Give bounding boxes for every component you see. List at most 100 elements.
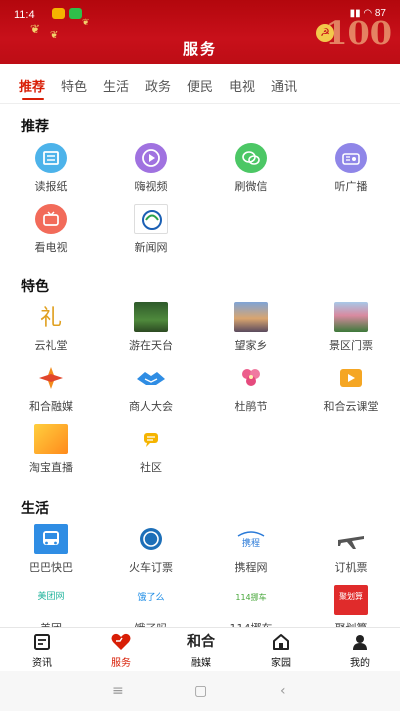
grid-item-hometown[interactable]: 望家乡	[206, 302, 296, 353]
grid-item-video[interactable]: 嗨视频	[106, 143, 196, 194]
newspaper-icon	[35, 143, 67, 173]
anniversary-number: 100	[325, 14, 392, 52]
grid-item-auditorium[interactable]: 礼 云礼堂	[6, 302, 96, 353]
svg-text:礼: 礼	[40, 306, 62, 331]
grid-item-label: 嗨视频	[134, 180, 168, 193]
grid-item-label: 云礼堂	[34, 339, 68, 352]
section-title-recommend: 推荐	[21, 119, 49, 135]
grid-item-label: 刷微信	[234, 180, 268, 193]
grid-item-label: 携程网	[234, 561, 268, 574]
grid-item-taobao-live[interactable]: 淘宝直播	[6, 424, 96, 475]
system-navigation-bar: ≡ ▢ ‹	[0, 671, 400, 711]
grid-item-wechat[interactable]: 刷微信	[206, 143, 296, 194]
tab-life[interactable]: 生活	[103, 76, 129, 95]
handshake-icon	[134, 363, 168, 393]
hometown-scenery-thumb	[234, 302, 268, 332]
grid-item-bus[interactable]: 巴巴快巴	[6, 524, 96, 575]
move-car-logo: 114挪车	[234, 585, 268, 615]
azalea-flower-icon	[234, 363, 268, 393]
nav-news[interactable]: 资讯	[12, 632, 72, 669]
status-time: 11:4	[14, 9, 35, 21]
radio-icon	[335, 143, 367, 173]
bus-icon	[34, 524, 68, 554]
grid-item-newspaper[interactable]: 读报纸	[6, 143, 96, 194]
home-square-icon[interactable]: ▢	[194, 683, 207, 699]
play-video-icon	[135, 143, 167, 173]
nav-label: 我的	[350, 658, 370, 669]
grid-item-label: 游在天台	[129, 339, 173, 352]
scenic-tickets-thumb	[334, 302, 368, 332]
news-icon	[12, 632, 72, 652]
grid-item-label: 和合云课堂	[323, 400, 379, 413]
ctrip-logo: 携程	[234, 524, 268, 554]
tab-tv[interactable]: 电视	[229, 76, 255, 95]
grid-item-community[interactable]: 社区	[106, 424, 196, 475]
grid-item-label: 社区	[140, 461, 162, 474]
grid-item-label: 订机票	[334, 561, 368, 574]
grid-item-label: 巴巴快巴	[29, 561, 73, 574]
ctrip-logo-text: 携程	[242, 537, 260, 549]
bottom-navigation: 资讯 服务 和合 融媒 家园 我的	[0, 627, 400, 671]
tab-featured[interactable]: 特色	[61, 76, 87, 95]
tab-government[interactable]: 政务	[145, 76, 171, 95]
airplane-icon	[334, 524, 368, 554]
grid-item-label: 听广播	[334, 180, 368, 193]
home-icon	[251, 632, 311, 652]
tab-recommend[interactable]: 推荐	[19, 76, 45, 95]
grid-item-hehe-media[interactable]: 和合融媒	[6, 363, 96, 414]
grid-item-merchants[interactable]: 商人大会	[106, 363, 196, 414]
grid-item-cloud-classroom[interactable]: 和合云课堂	[306, 363, 396, 414]
dove-decoration-icon: ❦	[30, 22, 41, 36]
nav-label: 家园	[271, 658, 291, 669]
move-car-logo-text: 114挪车	[235, 592, 266, 602]
grid-item-radio[interactable]: 听广播	[306, 143, 396, 194]
tab-communication[interactable]: 通讯	[271, 76, 297, 95]
grid-item-label: 景区门票	[329, 339, 373, 352]
category-tabs: 推荐 特色 生活 政务 便民 电视 通讯	[0, 64, 400, 104]
meituan-logo-text: 美团网	[37, 590, 64, 602]
menu-icon[interactable]: ≡	[112, 683, 124, 699]
grid-item-tiantai[interactable]: 游在天台	[106, 302, 196, 353]
media-calligraphy-icon: 和合	[187, 634, 215, 650]
notification-app-icon	[52, 8, 65, 19]
nav-media[interactable]: 和合 融媒	[171, 632, 231, 669]
top-banner: 11:4 ▮▮ ◠ 87 ❦ ❦ ❦ 服务 100 ☭	[0, 0, 400, 64]
grid-item-label: 和合融媒	[29, 400, 73, 413]
nav-home[interactable]: 家园	[251, 632, 311, 669]
grid-item-news-site[interactable]: 新闻网	[106, 204, 196, 255]
grid-item-ctrip[interactable]: 携程 携程网	[206, 524, 296, 575]
grid-item-tv[interactable]: 看电视	[6, 204, 96, 255]
back-icon[interactable]: ‹	[280, 683, 286, 699]
profile-icon	[330, 632, 390, 652]
grid-item-train[interactable]: 火车订票	[106, 524, 196, 575]
eleme-logo-text: 饿了么	[137, 591, 164, 603]
cloud-classroom-icon	[334, 363, 368, 393]
train-ticket-logo	[134, 524, 168, 554]
grid-item-scenic-tickets[interactable]: 景区门票	[306, 302, 396, 353]
grid-item-label: 读报纸	[34, 180, 68, 193]
service-heart-icon	[91, 632, 151, 652]
active-tab-indicator	[22, 98, 44, 100]
eleme-logo: 饿了么	[134, 585, 168, 615]
nav-profile[interactable]: 我的	[330, 632, 390, 669]
tv-icon	[35, 204, 67, 234]
nav-service[interactable]: 服务	[91, 632, 151, 669]
news-site-logo	[134, 204, 168, 234]
auditorium-logo: 礼	[34, 302, 68, 332]
party-emblem-icon: ☭	[316, 24, 334, 42]
nav-label: 服务	[111, 658, 131, 669]
section-title-life: 生活	[21, 501, 49, 517]
grid-item-label: 杜鹃节	[234, 400, 268, 413]
grid-item-azalea[interactable]: 杜鹃节	[206, 363, 296, 414]
taobao-live-thumb	[34, 424, 68, 454]
juhuasuan-logo-text: 聚划算	[339, 591, 363, 601]
grid-item-flight[interactable]: 订机票	[306, 524, 396, 575]
hehe-media-logo	[34, 363, 68, 393]
section-title-featured: 特色	[21, 279, 49, 295]
tab-convenience[interactable]: 便民	[187, 76, 213, 95]
nav-label: 融媒	[191, 658, 211, 669]
grid-item-label: 看电视	[34, 241, 68, 254]
grid-item-label: 望家乡	[234, 339, 268, 352]
community-chat-icon	[134, 424, 168, 454]
dove-decoration-icon: ❦	[82, 18, 90, 28]
